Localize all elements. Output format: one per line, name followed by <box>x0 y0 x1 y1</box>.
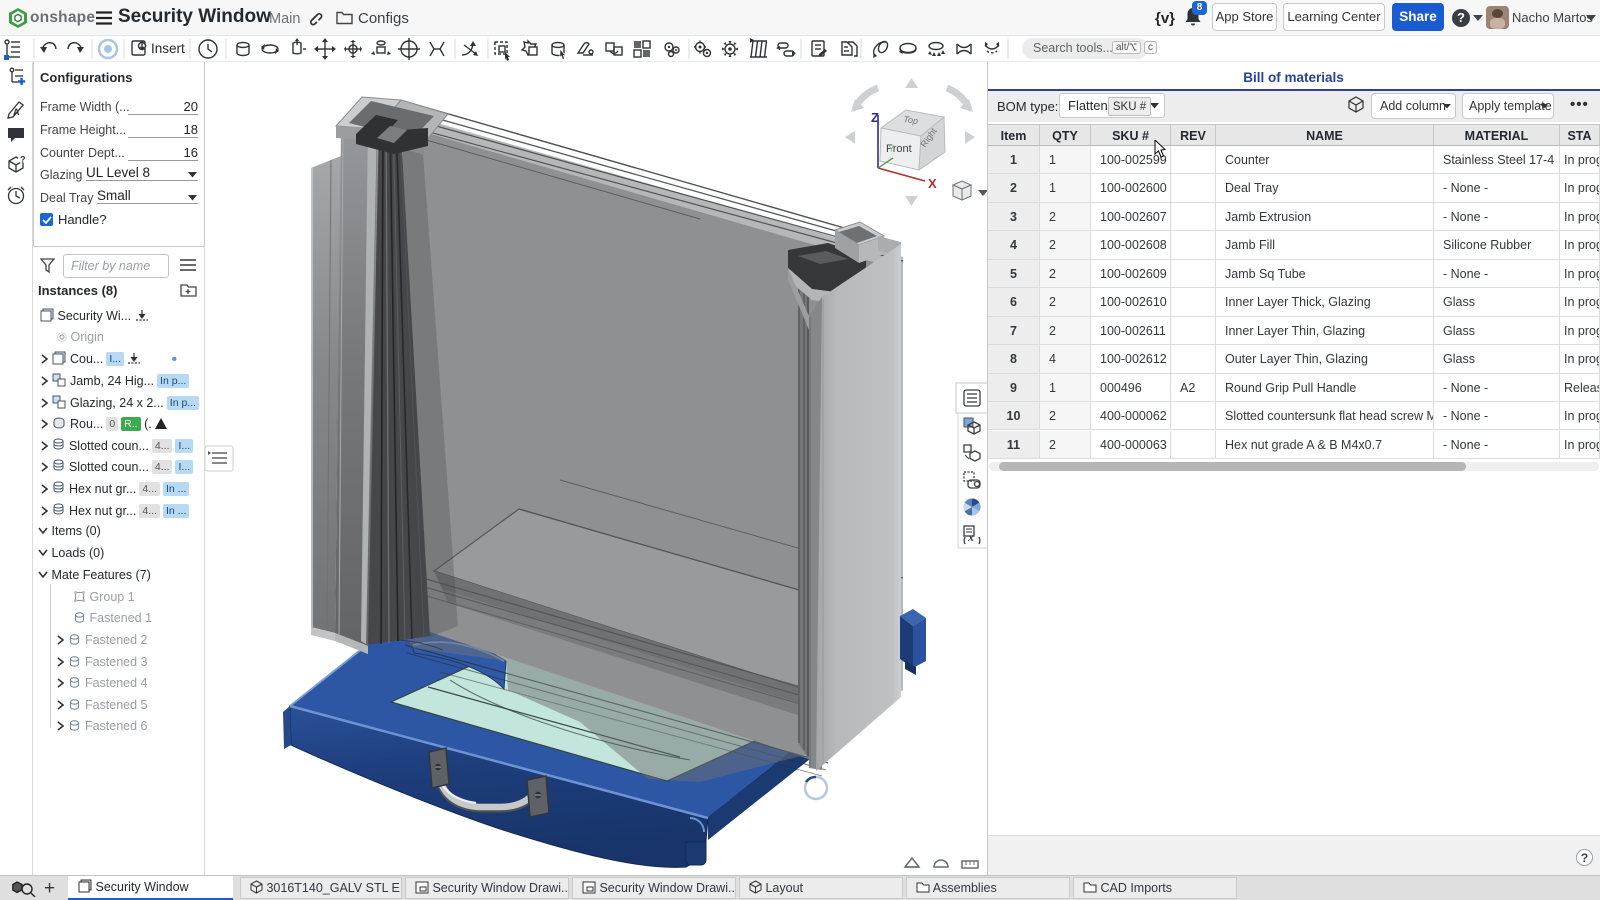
svg-text:Z: Z <box>871 110 879 125</box>
svg-text:X: X <box>928 176 937 191</box>
svg-text:?: ? <box>20 155 26 165</box>
svg-text:A: A <box>13 107 20 117</box>
svg-text:x: x <box>967 530 974 544</box>
svg-text:Top: Top <box>903 114 919 126</box>
svg-text:Y: Y <box>888 144 895 155</box>
svg-text:{v}: {v} <box>1155 10 1175 27</box>
